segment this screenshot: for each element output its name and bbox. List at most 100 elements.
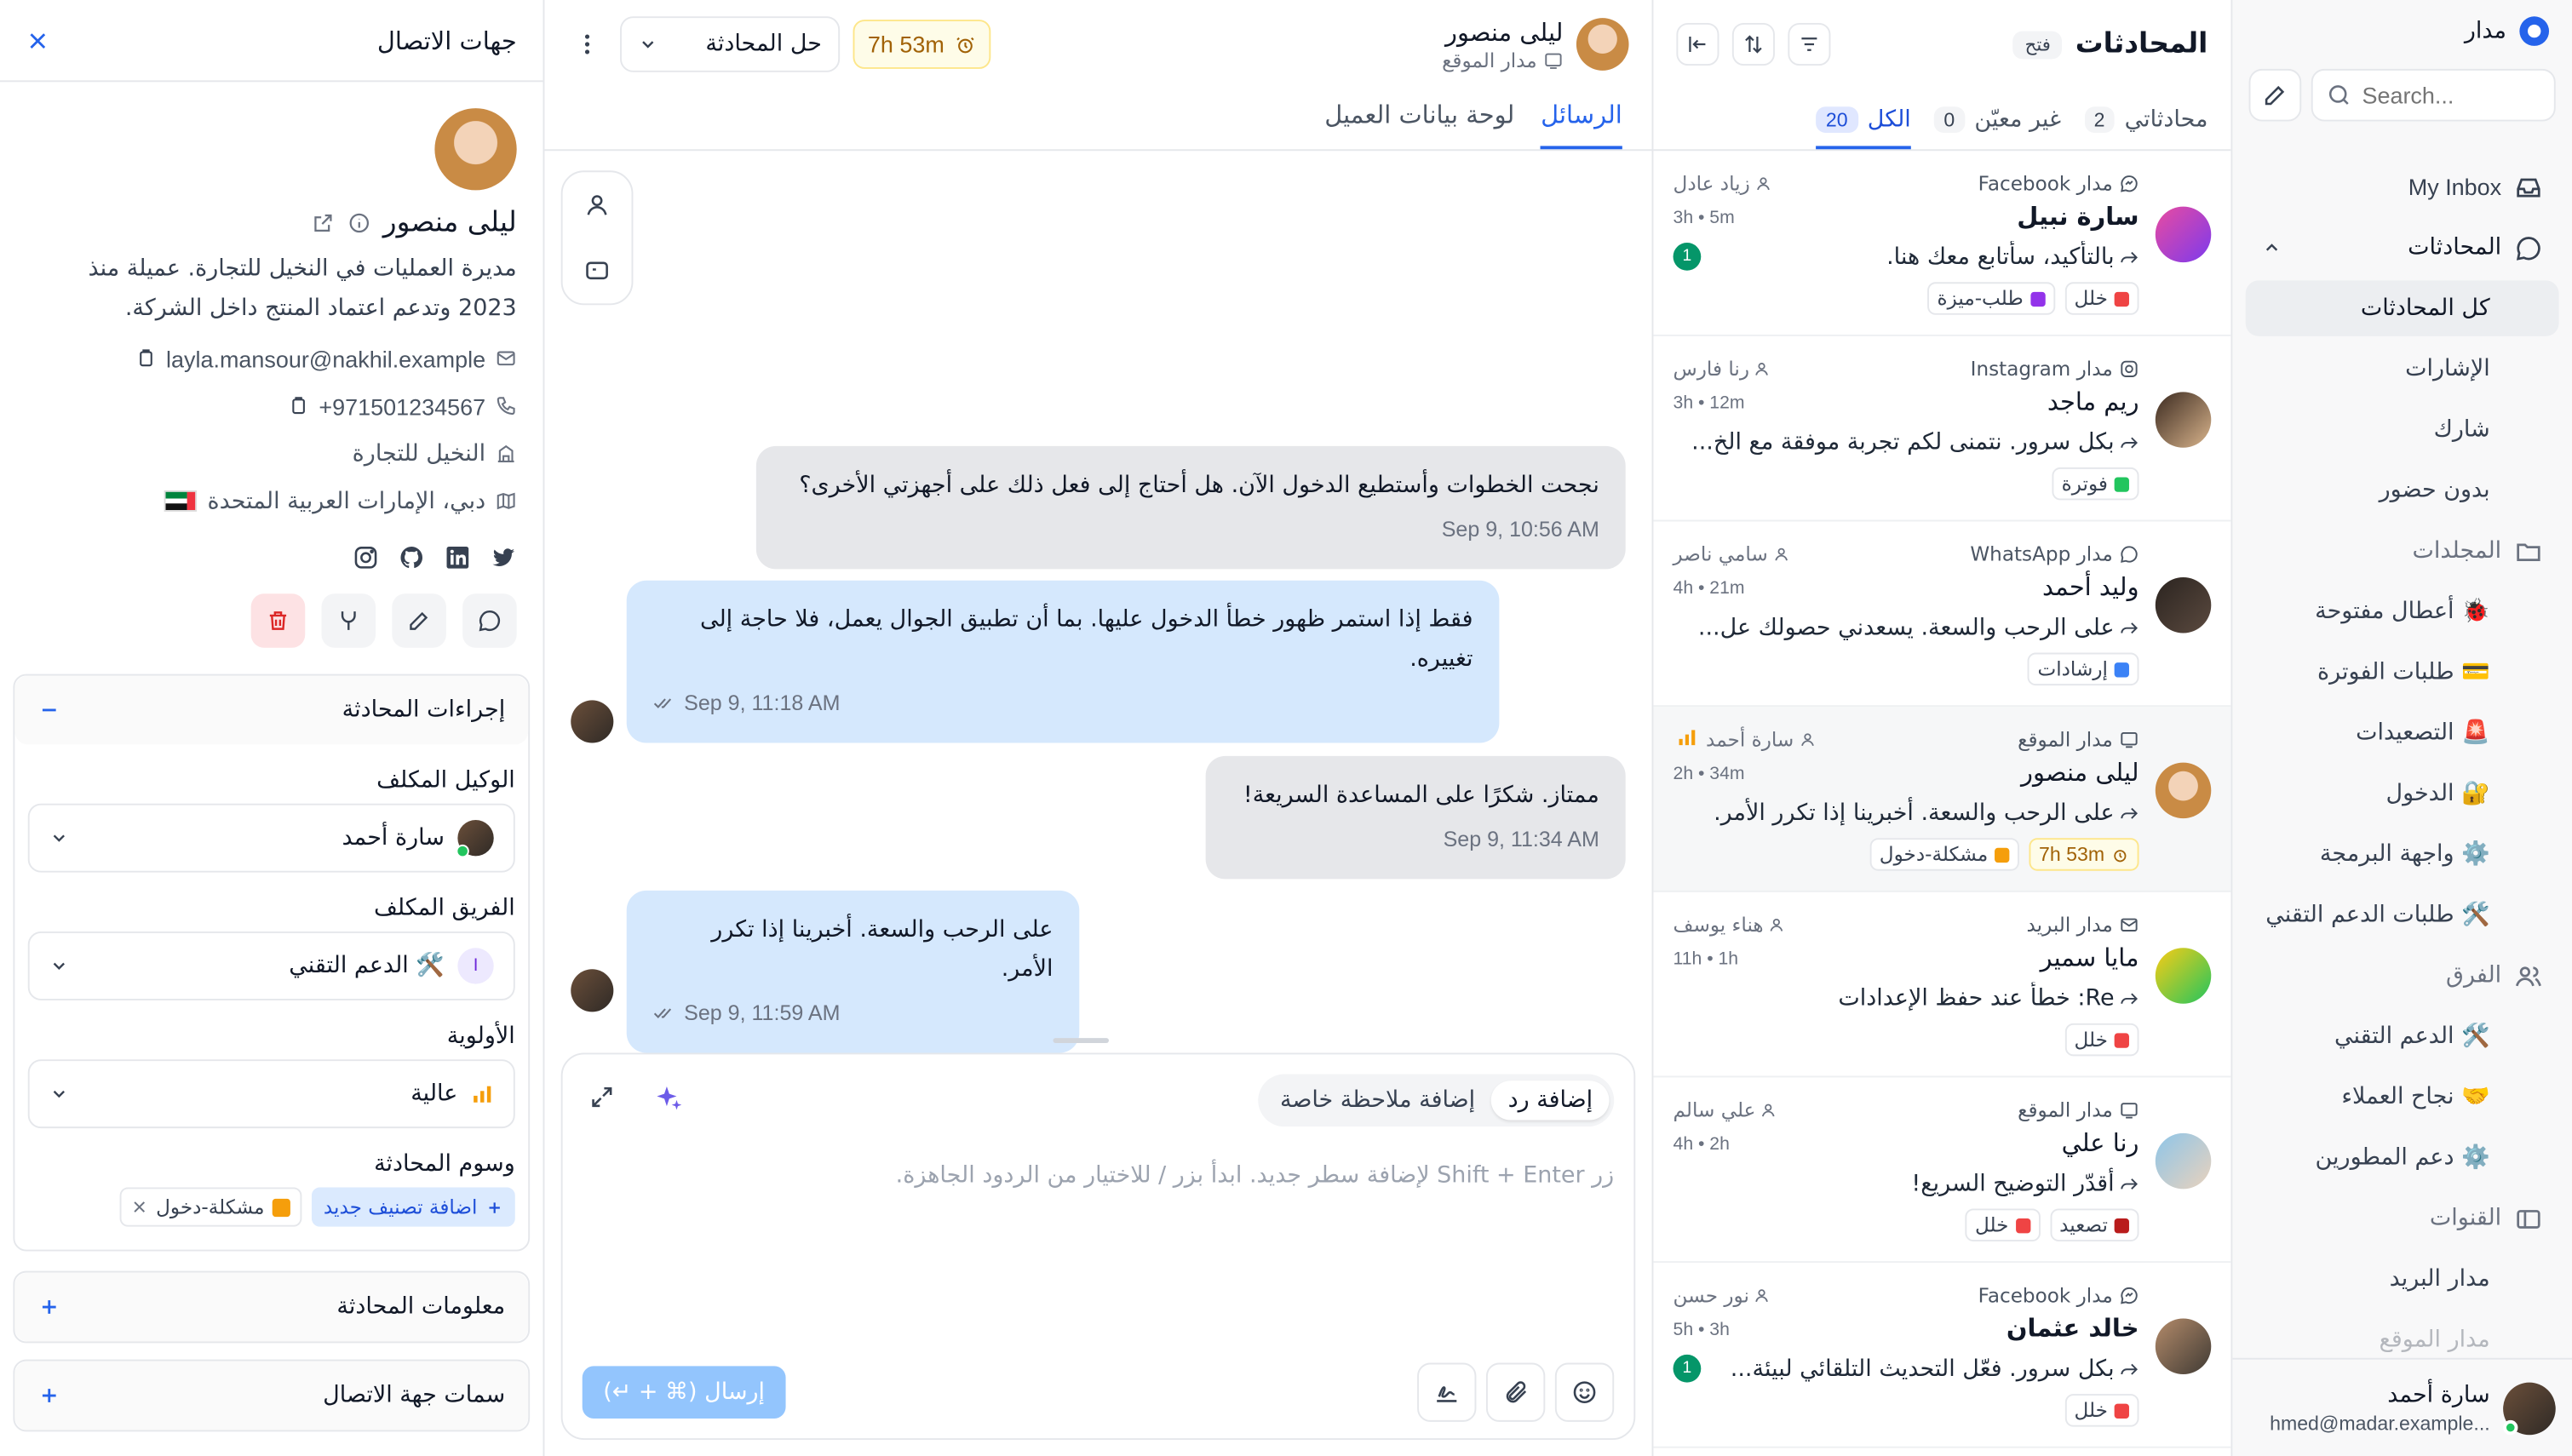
contact-phone: +971501234567 [0, 382, 543, 430]
mail-icon [2119, 915, 2139, 935]
conversation-row-body: مدار Instagram رنا فارس ريم ماجد بكل سرور. … [1674, 356, 2139, 520]
sidebar-item-team[interactable]: ⚙️ دعم المطورين [2246, 1130, 2559, 1185]
github-icon[interactable] [399, 544, 425, 570]
chat-contact-name[interactable]: ليلى منصور [1442, 17, 1563, 47]
compose-button[interactable] [2248, 68, 2302, 122]
contact-phone-value[interactable]: +971501234567 [319, 393, 485, 419]
user-icon [1754, 1287, 1771, 1304]
linkedin-icon[interactable] [445, 544, 471, 570]
merge-contact-button[interactable] [321, 593, 376, 648]
collapse-panel-button[interactable] [1676, 22, 1719, 66]
external-link-icon[interactable] [311, 211, 334, 234]
assignee-select[interactable]: سارة أحمد [27, 803, 515, 873]
conversation-row[interactable]: مدار Facebook زياد عادل سارة نبيل بالتأكيد،… [1653, 151, 2231, 336]
ai-sparkle-icon[interactable] [654, 1084, 684, 1114]
message-time: Sep 9, 11:59 AM [653, 994, 1053, 1033]
emoji-button[interactable] [1554, 1362, 1615, 1422]
copy-icon[interactable] [135, 347, 156, 369]
resolve-conversation-button[interactable]: حل المحادثة [620, 16, 841, 72]
conversation-info-header[interactable]: معلومات المحادثة [14, 1272, 529, 1342]
conversation-row[interactable]: مدار البريد هناء يوسف مايا سمير Re: خطأ عند… [1653, 892, 2231, 1078]
close-icon[interactable] [26, 29, 49, 52]
private-note-mode-button[interactable]: إضافة ملاحظة خاصة [1264, 1081, 1492, 1120]
sidebar-item-folder[interactable]: 🛠️ طلبات الدعم التقني [2246, 887, 2559, 943]
reply-input[interactable]: زر Shift + Enter لإضافة سطر جديد. ابدأ ب… [896, 1163, 1615, 1189]
sort-button[interactable] [1731, 22, 1775, 66]
user-icon[interactable] [584, 192, 611, 218]
chevron-up-icon[interactable] [2262, 238, 2282, 257]
tag-text: تصعيد [2059, 1213, 2108, 1237]
conversation-row[interactable]: مدار Facebook نور حسن خالد عثمان بكل سرور. … [1653, 1263, 2231, 1448]
conversation-row[interactable]: مدار Instagram رنا فارس ريم ماجد بكل سرور. … [1653, 336, 2231, 522]
user-icon [1754, 361, 1771, 377]
tab-unassigned[interactable]: غير معيّن 0 [1933, 106, 2061, 149]
conversation-actions-header[interactable]: إجراءات المحادثة [14, 675, 529, 745]
signature-button[interactable] [1417, 1362, 1477, 1422]
reply-mode-button[interactable]: إضافة رد [1491, 1081, 1610, 1121]
sidebar-section-folders[interactable]: المجلدات [2246, 523, 2559, 578]
plus-icon[interactable] [37, 1296, 60, 1319]
minus-icon[interactable] [37, 698, 60, 721]
sidebar-item-folder[interactable]: 🚨 التصعيدات [2246, 705, 2559, 760]
sidebar-item-folder[interactable]: 🔐 الدخول [2246, 765, 2559, 821]
instagram-icon[interactable] [353, 544, 379, 570]
sidebar-item-team[interactable]: 🛠️ الدعم التقني [2246, 1009, 2559, 1064]
sidebar-item-folder[interactable]: 🐞 أعطال مفتوحة [2246, 584, 2559, 639]
chat-channel-label: مدار الموقع [1442, 48, 1537, 72]
team-select[interactable]: I 🛠️ الدعم التقني [27, 931, 515, 1000]
sidebar-item-my-inbox[interactable]: My Inbox [2246, 159, 2559, 215]
info-icon[interactable] [347, 211, 370, 234]
tab-all[interactable]: الكل 20 [1816, 106, 1911, 150]
remove-label-icon[interactable] [131, 1199, 147, 1215]
tab-customer-dashboard[interactable]: لوحة بيانات العميل [1324, 100, 1514, 149]
priority-select[interactable]: عالية [27, 1059, 515, 1129]
contact-email-value[interactable]: layla.mansour@nakhil.example [166, 345, 485, 371]
search-box[interactable] [2311, 68, 2556, 122]
delete-contact-button[interactable] [250, 593, 306, 648]
twitter-icon[interactable] [491, 544, 517, 570]
edit-contact-button[interactable] [392, 593, 446, 648]
conversation-row-body: مدار البريد هناء يوسف مايا سمير Re: خطأ عند… [1674, 912, 2139, 1076]
plus-icon[interactable] [37, 1384, 60, 1407]
contact-avatar[interactable] [1576, 18, 1629, 71]
conversation-row[interactable]: مدار الموقع علي سالم رنا علي أقدّر التوضيح … [1653, 1077, 2231, 1264]
tab-mine[interactable]: محادثاتي 2 [2084, 106, 2207, 149]
send-button[interactable]: إرسال (⌘ + ↵) [582, 1366, 786, 1419]
resolve-label: حل المحادثة [705, 31, 822, 58]
conversation-row[interactable]: مدار الموقع سارة أحمد ليلى منصور على الرحب … [1653, 707, 2231, 892]
attachment-button[interactable] [1485, 1362, 1546, 1422]
add-label-button[interactable]: اضافة تصنيف جديد [312, 1187, 515, 1227]
new-message-button[interactable] [462, 593, 517, 648]
sidebar-item-mentions[interactable]: الإشارات [2246, 341, 2559, 397]
label-tag: خلل [2064, 1023, 2139, 1057]
contact-attributes-header[interactable]: سمات جهة الاتصال [14, 1361, 529, 1430]
assignee-label: الوكيل المكلف [376, 767, 515, 794]
composer-resize-handle[interactable] [1053, 1038, 1109, 1043]
conversation-preview: بكل سرور. نتمنى لكم تجربة موفقة مع الخ..… [1674, 427, 2139, 460]
tab-messages[interactable]: الرسائل [1541, 100, 1622, 150]
sidebar-item-folder[interactable]: ⚙️ واجهة البرمجة [2246, 827, 2559, 882]
search-input[interactable] [2362, 82, 2541, 109]
sidebar-section-channels[interactable]: القنوات [2246, 1190, 2559, 1246]
sidebar-item-team[interactable]: 🤝 نجاح العملاء [2246, 1069, 2559, 1125]
sidebar-item-all-conversations[interactable]: كل المحادثات [2245, 280, 2559, 336]
sidebar-item-participating[interactable]: شارك [2246, 402, 2559, 457]
current-user[interactable]: سارة أحمد ...hmed@madar.example [2232, 1357, 2572, 1456]
more-options-icon[interactable] [567, 20, 606, 69]
contact-company: النخيل للتجارة [0, 430, 543, 478]
assigned-agent: رنا فارس [1674, 358, 1771, 381]
conversation-tags: خلل طلب-ميزة [1674, 282, 2139, 315]
chevron-down-icon[interactable] [638, 34, 657, 54]
copy-icon[interactable] [288, 395, 309, 416]
sidebar-section-teams[interactable]: الفرق [2246, 948, 2559, 1003]
sidebar-item-folder[interactable]: 💳 طلبات الفوترة [2246, 645, 2559, 700]
agent-name: رنا فارس [1673, 357, 1750, 381]
conversation-row[interactable]: مدار WhatsApp سامي ناصر وليد أحمد على الرحب… [1653, 521, 2231, 708]
expand-icon[interactable] [588, 1084, 615, 1110]
sidebar-item-channel[interactable]: مدار البريد [2246, 1252, 2559, 1307]
card-icon[interactable] [584, 257, 611, 284]
status-filter-badge[interactable]: فتح [2013, 30, 2063, 59]
sidebar-item-unattended[interactable]: بدون حضور [2246, 462, 2559, 518]
filter-button[interactable] [1788, 22, 1831, 66]
sidebar-item-conversations[interactable]: المحادثات [2246, 220, 2559, 275]
